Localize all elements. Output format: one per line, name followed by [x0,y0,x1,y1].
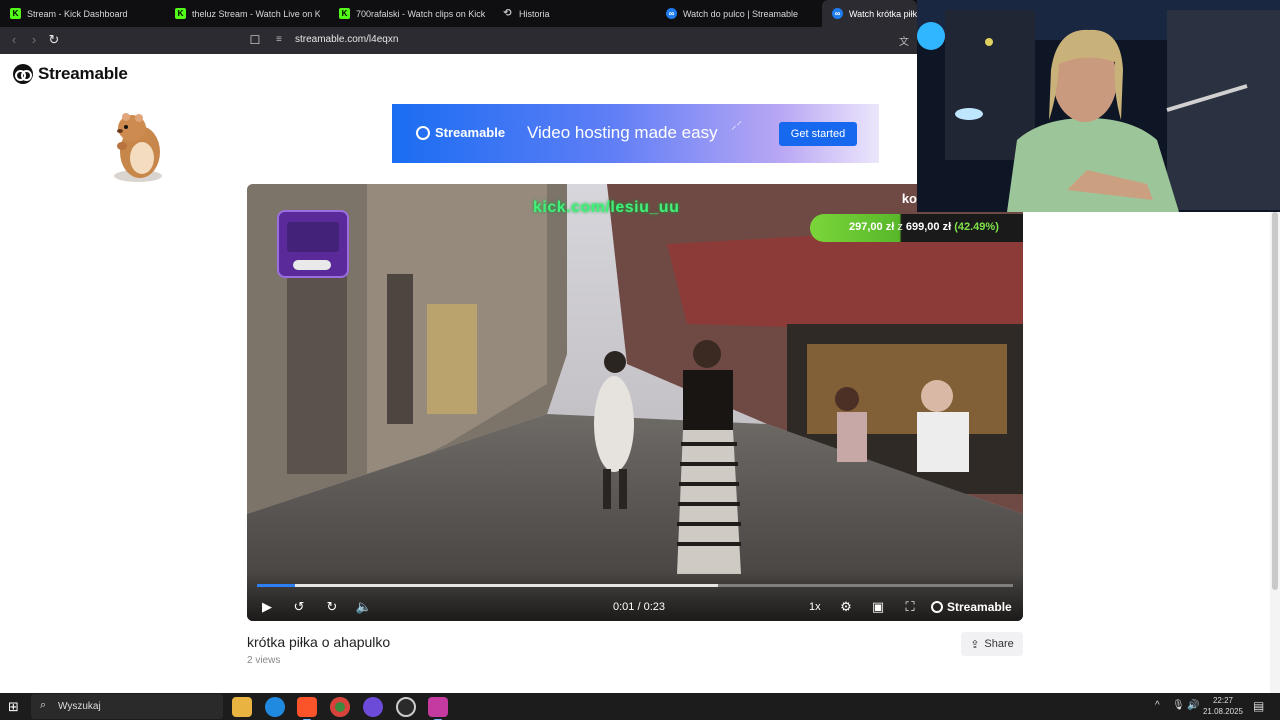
tray-chevron-icon[interactable]: ^ [1155,700,1160,711]
streaming-app-icon[interactable] [428,697,448,720]
donation-goal-bar: 297,00 zł z 699,00 zł (42.49%) [810,214,1023,242]
forward-10-icon[interactable]: ↻ [322,597,342,617]
tab-theluz-stream[interactable]: K theluz Stream - Watch Live on Ki [165,0,320,27]
sparkle-icon: ⸝⸍ [731,120,742,132]
goal-current: 297,00 zł [849,221,895,233]
streamable-icon: ∞ [666,8,677,19]
tab-label: Historia [519,8,550,19]
overlay-pill [293,260,331,270]
bookmark-icon[interactable]: ☐ [247,32,263,48]
share-icon: ⇪ [970,638,980,651]
play-icon[interactable]: ▶ [257,597,277,617]
share-label: Share [984,638,1014,650]
player-controls: ▶ ↺ ↻ 🔈 0:01 / 0:23 1x ⚙ ▣ ⛶ Streamable [247,571,1023,621]
tab-label: 700rafalski - Watch clips on Kick [356,8,486,19]
search-placeholder: Wyszukaj [58,701,101,712]
clock-date: 21.08.2025 [1202,707,1244,716]
microphone-icon[interactable]: 🎙 [1172,700,1185,711]
page-scrollbar[interactable] [1270,212,1280,693]
taskbar-search[interactable]: ⌕ Wyszukaj [31,694,223,719]
overlay-thumbnail [287,222,339,252]
streamable-icon: ∞ [832,8,843,19]
webcam-overlay-image [917,0,1280,212]
banner-logo: Streamable [416,125,505,140]
get-started-button[interactable]: Get started [779,122,857,146]
taskbar-clock[interactable]: 22:27 21.08.2025 [1198,695,1248,717]
goal-target: 699,00 zł [905,221,952,233]
streamable-logo[interactable]: Streamable [13,64,128,84]
time-display: 0:01 / 0:23 [613,601,665,613]
player-brand-text: Streamable [947,600,1012,614]
gear-icon[interactable]: ⚙ [836,597,856,617]
address-bar[interactable]: ≡ streamable.com/l4eqxn 文 [268,30,913,51]
streamable-logo-icon [13,64,33,84]
picture-in-picture-icon[interactable]: ▣ [868,597,888,617]
tab-label: Stream - Kick Dashboard [27,8,128,19]
share-button[interactable]: ⇪ Share [961,632,1023,656]
tab-label: theluz Stream - Watch Live on Ki [192,8,320,19]
discord-app-icon[interactable] [363,697,383,717]
banner-logo-text: Streamable [435,125,506,140]
tab-kick-dashboard[interactable]: K Stream - Kick Dashboard [0,0,162,27]
forward-arrow-icon[interactable]: › [26,32,42,48]
tab-watch-do-pulco[interactable]: ∞ Watch do pulco | Streamable [656,0,816,27]
video-frame [247,184,1023,621]
seek-bar[interactable] [257,584,1013,587]
donation-goal-text: 297,00 zł z 699,00 zł (42.49%) [849,221,999,233]
windows-taskbar: ⊞ ⌕ Wyszukaj ^ 🎙 🔊 22:27 21.08.2025 ▤ [0,693,1280,720]
overlay-corner-text: ko [901,191,917,206]
playback-speed-button[interactable]: 1x [809,601,821,613]
url-text: streamable.com/l4eqxn [295,34,399,45]
goal-percent: (42.49%) [954,221,999,233]
chrome-browser-icon[interactable] [330,697,350,717]
banner-tagline: Video hosting made easy [527,123,718,142]
rewind-10-icon[interactable]: ↺ [289,597,309,617]
goal-separator: z [897,221,903,233]
edge-browser-icon[interactable] [265,697,285,717]
translate-icon[interactable]: 文 [899,33,909,48]
scrollbar-thumb[interactable] [1272,212,1278,590]
tab-700rafalski-clips[interactable]: K 700rafalski - Watch clips on Kick [329,0,489,27]
kick-icon: K [339,8,350,19]
view-count: 2 views [247,655,281,666]
fullscreen-icon[interactable]: ⛶ [900,597,920,617]
hamster-mascot-image [114,113,162,182]
tab-label: Watch krótka piłka o [849,8,917,19]
tab-historia[interactable]: ⟲ Historia [492,0,652,27]
tab-label: Watch do pulco | Streamable [683,8,799,19]
history-icon: ⟲ [503,8,512,19]
video-title: krótka piłka o ahapulko [247,634,391,650]
notification-icon[interactable]: ▤ [1253,699,1264,713]
overlay-watermark: kick.com/lesiu_uu [533,199,680,216]
back-arrow-icon[interactable]: ‹ [6,32,22,48]
logo-text: Streamable [38,64,128,83]
search-icon: ⌕ [40,699,47,711]
ad-banner[interactable]: Streamable Video hosting made easy ⸝⸍ Ge… [392,104,879,163]
clock-time: 22:27 [1212,696,1234,705]
player-brand-link[interactable]: Streamable [931,600,1012,614]
video-player[interactable]: kick.com/lesiu_uu ko 297,00 zł z 699,00 … [247,184,1023,621]
reload-icon[interactable]: ↻ [46,32,62,48]
kick-icon: K [175,8,186,19]
site-info-icon[interactable]: ≡ [276,34,282,45]
tab-watch-krotka-pilka[interactable]: ∞ Watch krótka piłka o [822,0,917,27]
brave-browser-icon[interactable] [297,697,317,720]
file-explorer-icon[interactable] [232,697,252,717]
streamable-logo-icon [931,601,943,613]
volume-icon[interactable]: 🔈 [354,597,374,617]
obs-studio-icon[interactable] [396,697,416,717]
windows-start-icon[interactable]: ⊞ [8,699,23,714]
buffer-bar [257,584,718,587]
kick-icon: K [10,8,21,19]
streamable-logo-icon [416,125,430,140]
browser-toolbar: ‹ › ↻ ☐ ≡ streamable.com/l4eqxn 文 [0,27,917,54]
played-bar [257,584,295,587]
stream-overlay-badge [277,210,349,278]
